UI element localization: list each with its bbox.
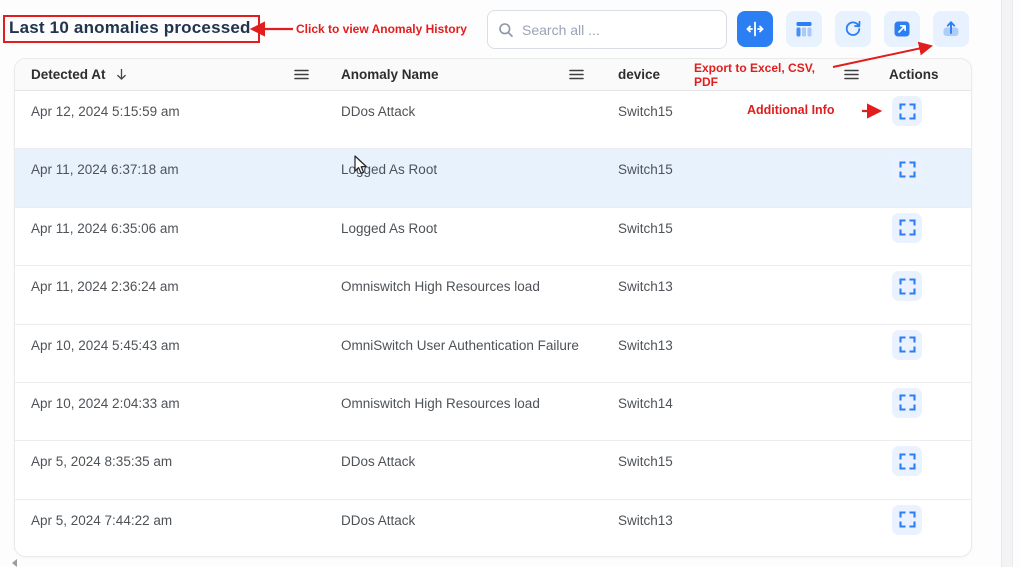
- detected-at-cell: Apr 10, 2024 5:45:43 am: [15, 325, 321, 353]
- table-row[interactable]: Apr 10, 2024 2:04:33 am Omniswitch High …: [15, 383, 971, 441]
- device-cell: Switch15: [596, 208, 871, 236]
- actions-cell: [871, 266, 971, 301]
- table-row[interactable]: Apr 12, 2024 5:15:59 am DDos Attack Swit…: [15, 91, 971, 149]
- search-icon: [498, 22, 514, 38]
- columns-icon: [794, 19, 814, 39]
- arrow-up-right-icon: [892, 19, 912, 39]
- anomaly-name-cell: Omniswitch High Resources load: [321, 383, 596, 411]
- anomaly-name-cell: Omniswitch High Resources load: [321, 266, 596, 294]
- detected-at-cell: Apr 5, 2024 7:44:22 am: [15, 500, 321, 528]
- expand-corners-icon: [899, 511, 916, 528]
- annotation-click-to-view: Click to view Anomaly History: [296, 22, 467, 36]
- expand-corners-icon: [899, 278, 916, 295]
- vertical-scrollbar[interactable]: [1001, 0, 1013, 567]
- detected-at-cell: Apr 10, 2024 2:04:33 am: [15, 383, 321, 411]
- table-row[interactable]: Apr 11, 2024 2:36:24 am Omniswitch High …: [15, 266, 971, 324]
- column-label: Anomaly Name: [341, 67, 439, 82]
- actions-cell: [871, 149, 971, 184]
- column-menu-icon[interactable]: [569, 69, 584, 80]
- device-cell: Switch14: [596, 383, 871, 411]
- column-label: Actions: [889, 67, 939, 82]
- page-title[interactable]: Last 10 anomalies processed: [9, 18, 251, 38]
- detected-at-cell: Apr 11, 2024 2:36:24 am: [15, 266, 321, 294]
- expand-row-button[interactable]: [892, 505, 922, 535]
- device-cell: Switch13: [596, 500, 871, 528]
- device-cell: Switch13: [596, 325, 871, 353]
- device-cell: Switch13: [596, 266, 871, 294]
- actions-cell: [871, 91, 971, 126]
- expand-corners-icon: [899, 453, 916, 470]
- expand-row-button[interactable]: [892, 271, 922, 301]
- column-label: device: [618, 67, 660, 82]
- table-body: Apr 12, 2024 5:15:59 am DDos Attack Swit…: [15, 91, 971, 557]
- arrows-left-right-icon: [745, 19, 765, 39]
- horizontal-scroll-arrow-icon[interactable]: [12, 559, 17, 567]
- upload-icon: [940, 18, 962, 40]
- annotation-export-note: Export to Excel, CSV, PDF: [694, 61, 834, 89]
- refresh-icon: [843, 19, 863, 39]
- actions-cell: [871, 500, 971, 535]
- table-row[interactable]: Apr 10, 2024 5:45:43 am OmniSwitch User …: [15, 325, 971, 383]
- column-label: Detected At: [31, 67, 106, 82]
- table-row[interactable]: Apr 5, 2024 7:44:22 am DDos Attack Switc…: [15, 500, 971, 557]
- expand-corners-icon: [899, 161, 916, 178]
- actions-cell: [871, 325, 971, 360]
- column-menu-icon[interactable]: [294, 69, 309, 80]
- expand-corners-icon: [899, 336, 916, 353]
- anomalies-table: Detected At Anomaly Name device Actions …: [14, 58, 972, 557]
- device-cell: Switch15: [596, 441, 871, 469]
- annotation-additional-info: Additional Info: [747, 103, 834, 117]
- detected-at-cell: Apr 12, 2024 5:15:59 am: [15, 91, 321, 119]
- table-row[interactable]: Apr 11, 2024 6:37:18 am Logged As Root S…: [15, 149, 971, 207]
- actions-cell: [871, 441, 971, 476]
- search-box[interactable]: [487, 10, 727, 49]
- expand-row-button[interactable]: [892, 213, 922, 243]
- anomaly-name-cell: DDos Attack: [321, 91, 596, 119]
- column-header-detected-at[interactable]: Detected At: [15, 59, 321, 90]
- actions-cell: [871, 383, 971, 418]
- anomaly-history-title-box[interactable]: Last 10 anomalies processed: [3, 15, 260, 43]
- expand-corners-icon: [899, 103, 916, 120]
- column-menu-icon[interactable]: [844, 69, 859, 80]
- device-cell: Switch15: [596, 149, 871, 177]
- expand-row-button[interactable]: [892, 154, 922, 184]
- expand-corners-icon: [899, 394, 916, 411]
- refresh-button[interactable]: [835, 11, 871, 47]
- anomaly-name-cell: OmniSwitch User Authentication Failure: [321, 325, 596, 353]
- detected-at-cell: Apr 5, 2024 8:35:35 am: [15, 441, 321, 469]
- table-row[interactable]: Apr 5, 2024 8:35:35 am DDos Attack Switc…: [15, 441, 971, 499]
- expand-row-button[interactable]: [892, 330, 922, 360]
- search-input[interactable]: [522, 22, 716, 38]
- sort-desc-icon[interactable]: [115, 68, 128, 81]
- autofit-columns-button[interactable]: [737, 11, 773, 47]
- column-header-anomaly-name[interactable]: Anomaly Name: [321, 59, 596, 90]
- anomaly-name-cell: DDos Attack: [321, 441, 596, 469]
- export-button[interactable]: [933, 11, 969, 47]
- expand-row-button[interactable]: [892, 96, 922, 126]
- columns-panel-button[interactable]: [786, 11, 822, 47]
- expand-corners-icon: [899, 219, 916, 236]
- anomaly-name-cell: Logged As Root: [321, 149, 596, 177]
- expand-row-button[interactable]: [892, 446, 922, 476]
- grid-toolbar: [737, 11, 969, 47]
- anomaly-name-cell: DDos Attack: [321, 500, 596, 528]
- open-in-new-button[interactable]: [884, 11, 920, 47]
- column-header-actions: Actions: [871, 59, 971, 90]
- detected-at-cell: Apr 11, 2024 6:35:06 am: [15, 208, 321, 236]
- expand-row-button[interactable]: [892, 388, 922, 418]
- anomaly-name-cell: Logged As Root: [321, 208, 596, 236]
- table-row[interactable]: Apr 11, 2024 6:35:06 am Logged As Root S…: [15, 208, 971, 266]
- detected-at-cell: Apr 11, 2024 6:37:18 am: [15, 149, 321, 177]
- actions-cell: [871, 208, 971, 243]
